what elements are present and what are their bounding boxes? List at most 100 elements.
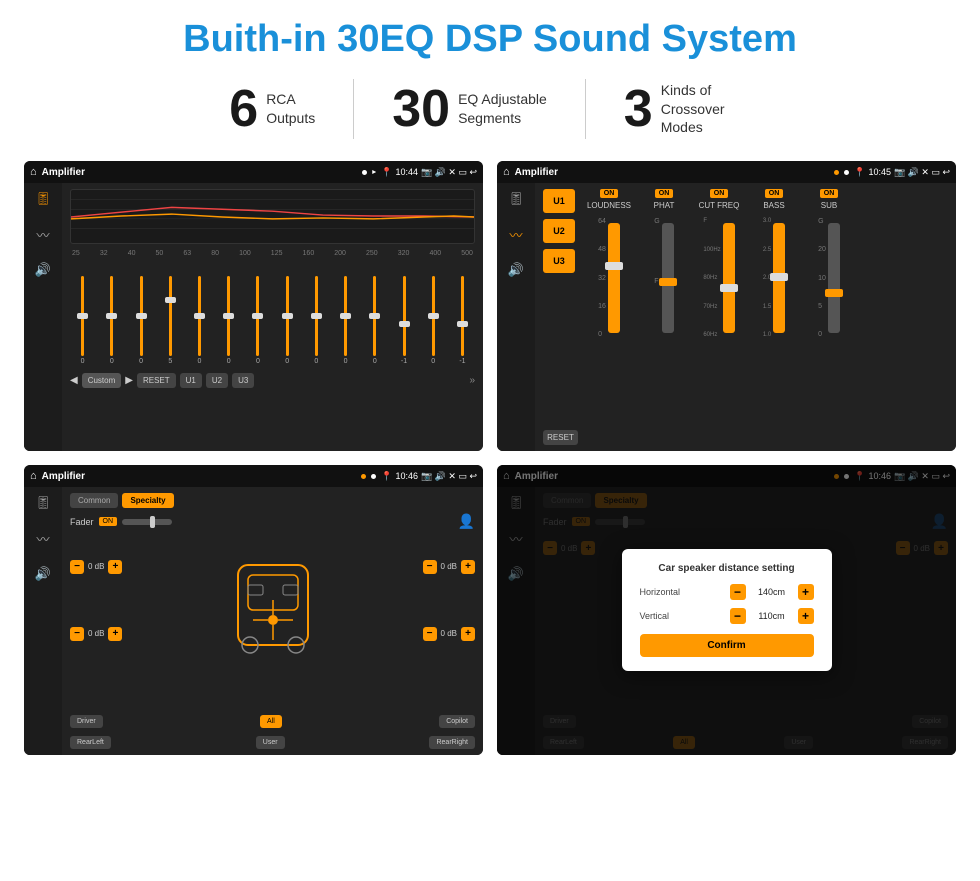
sf-person-icon: 👤 [458, 513, 475, 530]
eq-slider-7[interactable]: 0 [275, 265, 300, 365]
sf-minus-btn-1[interactable]: − [70, 560, 84, 574]
eq-next-icon[interactable]: ▶ [125, 375, 133, 386]
xo-app-title: Amplifier [515, 167, 830, 178]
xo-reset-btn[interactable]: RESET [543, 430, 578, 445]
xo-channel-name-loudness: LOUDNESS [587, 201, 631, 210]
sf-status-dot2 [371, 474, 376, 479]
sf-all-btn[interactable]: All [260, 715, 282, 728]
eq-slider-10[interactable]: 0 [362, 265, 387, 365]
xo-u2-btn[interactable]: U2 [543, 219, 575, 243]
xo-on-badge-loudness[interactable]: ON [600, 189, 619, 198]
sf-driver-btn[interactable]: Driver [70, 715, 103, 728]
xo-sidebar-eq-icon[interactable]: 🎚 [508, 191, 525, 207]
sf-plus-btn-2[interactable]: + [108, 627, 122, 641]
eq-slider-5[interactable]: 0 [216, 265, 241, 365]
modal-vertical-value: 110cm [751, 611, 793, 621]
sf-rearright-btn[interactable]: RearRight [429, 736, 475, 749]
sf-plus-btn-4[interactable]: + [461, 627, 475, 641]
xo-on-badge-bass[interactable]: ON [765, 189, 784, 198]
speaker-distance-screen: ⌂ Amplifier 📍 10:46 📷 🔊 ✕ ▭ ↩ 🎚 〰 🔊 [497, 465, 956, 755]
modal-vertical-control: − 110cm + [730, 608, 814, 624]
xo-sidebar-speaker-icon[interactable]: 🔊 [508, 262, 524, 278]
sf-minus-btn-3[interactable]: − [423, 560, 437, 574]
home-icon[interactable]: ⌂ [30, 166, 37, 178]
sf-sidebar-speaker-icon[interactable]: 🔊 [35, 566, 51, 582]
eq-slider-9[interactable]: 0 [333, 265, 358, 365]
eq-sidebar-speaker-icon[interactable]: 🔊 [35, 262, 51, 278]
eq-prev-icon[interactable]: ◀ [70, 375, 78, 386]
eq-screen: ⌂ Amplifier 📍 10:44 📷 🔊 ✕ ▭ ↩ 🎚 〰 🔊 [24, 161, 483, 451]
sf-minus-btn-2[interactable]: − [70, 627, 84, 641]
xo-channels: ON LOUDNESS 644832160 ON PHAT [584, 189, 948, 445]
xo-channel-phat: ON PHAT GF [639, 189, 689, 445]
xo-body: 🎚 〰 🔊 U1 U2 U3 RESET ON L [497, 183, 956, 451]
xo-u1-btn[interactable]: U1 [543, 189, 575, 213]
xo-home-icon[interactable]: ⌂ [503, 166, 510, 178]
sf-fader-slider[interactable] [122, 519, 172, 525]
modal-horizontal-minus[interactable]: − [730, 584, 746, 600]
eq-slider-3[interactable]: 5 [158, 265, 183, 365]
status-dot-white [362, 170, 367, 175]
xo-u3-btn[interactable]: U3 [543, 249, 575, 273]
eq-slider-6[interactable]: 0 [245, 265, 270, 365]
eq-slider-1[interactable]: 0 [99, 265, 124, 365]
sf-sidebar-eq-icon[interactable]: 🎚 [35, 495, 52, 511]
eq-u3-btn[interactable]: U3 [232, 373, 254, 388]
sf-plus-btn-3[interactable]: + [461, 560, 475, 574]
eq-bottom-bar: ◀ Custom ▶ RESET U1 U2 U3 » [70, 373, 475, 388]
eq-body: 🎚 〰 🔊 [24, 183, 483, 451]
xo-on-badge-cutfreq[interactable]: ON [710, 189, 729, 198]
sf-tab-common[interactable]: Common [70, 493, 118, 508]
eq-location-icon: 📍 [381, 167, 392, 178]
crossover-screen: ⌂ Amplifier 📍 10:45 📷 🔊 ✕ ▭ ↩ 🎚 〰 🔊 [497, 161, 956, 451]
eq-status-right: 📍 10:44 📷 🔊 ✕ ▭ ↩ [381, 167, 477, 178]
sf-app-title: Amplifier [42, 471, 357, 482]
eq-sidebar-wave-icon[interactable]: 〰 [36, 225, 49, 244]
eq-slider-13[interactable]: -1 [450, 265, 475, 365]
sf-status-right: 📍 10:46 📷 🔊 ✕ ▭ ↩ [381, 471, 477, 482]
modal-confirm-button[interactable]: Confirm [640, 634, 814, 657]
sf-fader-on[interactable]: ON [99, 517, 118, 526]
eq-slider-12[interactable]: 0 [421, 265, 446, 365]
sf-sidebar-wave-icon[interactable]: 〰 [36, 529, 49, 548]
xo-on-badge-phat[interactable]: ON [655, 189, 674, 198]
sf-minus-btn-4[interactable]: − [423, 627, 437, 641]
eq-app-title: Amplifier [42, 167, 358, 178]
xo-time: 10:45 [868, 167, 891, 177]
sf-copilot-btn[interactable]: Copilot [439, 715, 475, 728]
sf-status-dot [361, 474, 366, 479]
modal-vertical-minus[interactable]: − [730, 608, 746, 624]
stat-rca-number: 6 [229, 83, 258, 135]
sf-db-top-left: − 0 dB + [70, 560, 122, 574]
eq-u2-btn[interactable]: U2 [206, 373, 228, 388]
sf-body: 🎚 〰 🔊 Common Specialty Fader ON [24, 487, 483, 755]
sf-home-icon[interactable]: ⌂ [30, 470, 37, 482]
eq-slider-8[interactable]: 0 [304, 265, 329, 365]
sf-db-val-3: 0 dB [441, 562, 457, 571]
xo-status-right: 📍 10:45 📷 🔊 ✕ ▭ ↩ [854, 167, 950, 178]
sf-plus-btn-1[interactable]: + [108, 560, 122, 574]
xo-on-badge-sub[interactable]: ON [820, 189, 839, 198]
sf-sidebar: 🎚 〰 🔊 [24, 487, 62, 755]
eq-slider-4[interactable]: 0 [187, 265, 212, 365]
eq-preset-btn[interactable]: Custom [82, 373, 122, 388]
modal-vertical-plus[interactable]: + [798, 608, 814, 624]
sf-fader-row: Fader ON 👤 [70, 513, 475, 530]
sf-icons: 📷 🔊 ✕ ▭ ↩ [421, 471, 477, 482]
eq-slider-2[interactable]: 0 [128, 265, 153, 365]
eq-sidebar-eq-icon[interactable]: 🎚 [35, 191, 52, 207]
sf-db-val-1: 0 dB [88, 562, 104, 571]
eq-slider-0[interactable]: 0 [70, 265, 95, 365]
xo-channel-name-cutfreq: CUT FREQ [699, 201, 740, 210]
xo-sidebar-wave-icon[interactable]: 〰 [509, 225, 522, 244]
eq-reset-btn[interactable]: RESET [137, 373, 176, 388]
modal-horizontal-plus[interactable]: + [798, 584, 814, 600]
xo-sidebar: 🎚 〰 🔊 [497, 183, 535, 451]
sf-user-btn[interactable]: User [256, 736, 285, 749]
sf-rearleft-btn[interactable]: RearLeft [70, 736, 111, 749]
sf-tab-specialty[interactable]: Specialty [122, 493, 173, 508]
modal-vertical-row: Vertical − 110cm + [640, 608, 814, 624]
eq-u1-btn[interactable]: U1 [180, 373, 202, 388]
eq-sidebar: 🎚 〰 🔊 [24, 183, 62, 451]
eq-slider-11[interactable]: -1 [391, 265, 416, 365]
